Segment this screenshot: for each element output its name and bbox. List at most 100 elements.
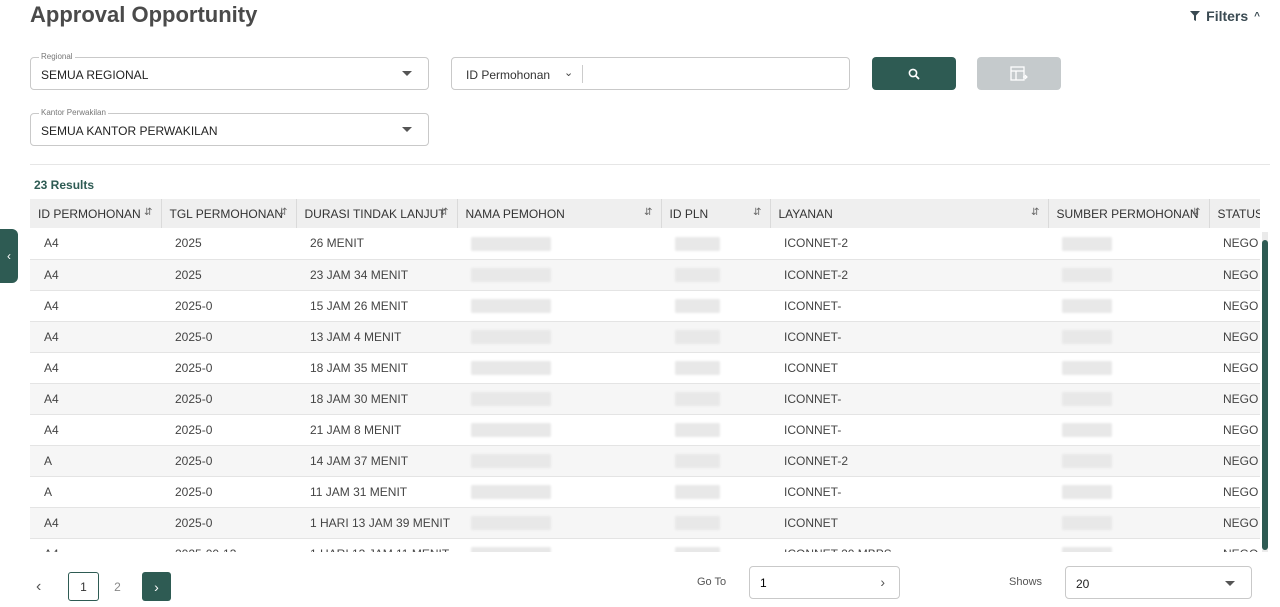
column-header-id-permohonan[interactable]: ID PERMOHONAN ⇵ xyxy=(30,199,162,228)
column-header-tgl-permohonan[interactable]: TGL PERMOHONAN ⇵ xyxy=(161,199,297,228)
table-row[interactable]: A4 2025 23 JAM 34 MENIT ICONNET-2 NEGO xyxy=(30,259,1260,291)
cell-layanan: ICONNET- xyxy=(770,321,1048,353)
table-row[interactable]: A4 2025-0 15 JAM 26 MENIT ICONNET- NEGO xyxy=(30,290,1260,322)
cell-id-permohonan: A4 xyxy=(30,290,161,322)
redacted-value xyxy=(1062,515,1112,530)
cell-id-pln xyxy=(661,538,770,552)
column-header-sumber-permohonan[interactable]: SUMBER PERMOHONAN ⇵ xyxy=(1048,199,1210,228)
search-button[interactable] xyxy=(872,57,956,90)
cell-status: NEGO xyxy=(1209,321,1260,353)
table-row[interactable]: A4 2025-0 18 JAM 30 MENIT ICONNET- NEGO xyxy=(30,383,1260,415)
table-row[interactable]: A4 2025 26 MENIT ICONNET-2 NEGO xyxy=(30,228,1260,260)
table-row[interactable]: A 2025-0 11 JAM 31 MENIT ICONNET- NEGO xyxy=(30,476,1260,508)
redacted-value xyxy=(471,484,551,499)
cell-status: NEGO xyxy=(1209,352,1260,384)
filters-label: Filters xyxy=(1206,8,1249,24)
cell-nama-pemohon xyxy=(457,476,661,508)
search-field-select[interactable]: ID Permohonan xyxy=(466,68,550,82)
table-row[interactable]: A4 2025-0 18 JAM 35 MENIT ICONNET NEGO xyxy=(30,352,1260,384)
cell-id-pln xyxy=(661,414,770,446)
cell-nama-pemohon xyxy=(457,352,661,384)
redacted-value xyxy=(471,360,551,375)
kantor-perwakilan-value: SEMUA KANTOR PERWAKILAN xyxy=(41,124,218,138)
cell-tgl-permohonan: 2025-00-13 xyxy=(161,538,296,552)
cell-status: NEGO xyxy=(1209,383,1260,415)
cell-id-permohonan: A xyxy=(30,476,161,508)
cell-nama-pemohon xyxy=(457,259,661,291)
cell-status: NEGO xyxy=(1209,476,1260,508)
cell-status: NEGO xyxy=(1209,228,1260,260)
page-title: Approval Opportunity xyxy=(30,2,258,27)
redacted-value xyxy=(1062,484,1112,499)
collapse-sidebar-button[interactable]: ‹ xyxy=(0,229,18,283)
cell-layanan: ICONNET-2 xyxy=(770,259,1048,291)
regional-value: SEMUA REGIONAL xyxy=(41,68,149,82)
table-row[interactable]: A 2025-0 14 JAM 37 MENIT ICONNET-2 NEGO xyxy=(30,445,1260,477)
cell-tgl-permohonan: 2025-0 xyxy=(161,290,296,322)
cell-durasi: 1 HARI 13 JAM 39 MENIT xyxy=(296,507,457,539)
chevron-down-icon[interactable]: ⌄ xyxy=(564,66,573,79)
cell-nama-pemohon xyxy=(457,228,661,260)
cell-sumber-permohonan xyxy=(1048,476,1209,508)
redacted-value xyxy=(471,453,551,468)
cell-sumber-permohonan xyxy=(1048,290,1209,322)
page-button-1[interactable]: 1 xyxy=(68,572,99,601)
search-input[interactable] xyxy=(585,61,845,86)
redacted-value xyxy=(471,236,551,251)
table-header-row: ID PERMOHONAN ⇵ TGL PERMOHONAN ⇵ DURASI TI… xyxy=(30,199,1260,228)
cell-id-permohonan: A4 xyxy=(30,228,161,260)
page-size-value: 20 xyxy=(1076,577,1090,591)
page-size-select[interactable]: 20 xyxy=(1065,566,1252,599)
page-button-2[interactable]: 2 xyxy=(102,572,133,601)
cell-nama-pemohon xyxy=(457,538,661,552)
table-row[interactable]: A4 2025-0 13 JAM 4 MENIT ICONNET- NEGO xyxy=(30,321,1260,353)
kantor-perwakilan-select[interactable]: Kantor Perwakilan SEMUA KANTOR PERWAKILA… xyxy=(30,108,429,146)
cell-durasi: 15 JAM 26 MENIT xyxy=(296,290,457,322)
goto-input[interactable] xyxy=(760,573,870,593)
chevron-left-icon: ‹ xyxy=(7,249,11,263)
cell-nama-pemohon xyxy=(457,290,661,322)
column-header-id-pln[interactable]: ID PLN ⇵ xyxy=(661,199,771,228)
table-scrollbar[interactable] xyxy=(1262,232,1268,552)
regional-select[interactable]: Regional SEMUA REGIONAL xyxy=(30,52,429,90)
cell-sumber-permohonan xyxy=(1048,228,1209,260)
cell-status: NEGO xyxy=(1209,259,1260,291)
cell-sumber-permohonan xyxy=(1048,507,1209,539)
cell-layanan: ICONNET- xyxy=(770,290,1048,322)
redacted-value xyxy=(1062,453,1112,468)
cell-nama-pemohon xyxy=(457,445,661,477)
redacted-value xyxy=(675,298,720,313)
chevron-right-icon[interactable]: › xyxy=(880,574,885,590)
previous-page-button[interactable]: ‹ xyxy=(36,578,41,596)
column-header-nama-pemohon[interactable]: NAMA PEMOHON ⇵ xyxy=(457,199,662,228)
cell-nama-pemohon xyxy=(457,383,661,415)
cell-durasi: 1 HARI 13 JAM 11 MENIT xyxy=(296,538,457,552)
redacted-value xyxy=(471,391,551,406)
column-header-durasi[interactable]: DURASI TINDAK LANJUT ⇵ xyxy=(296,199,458,228)
table-row[interactable]: A4 2025-0 21 JAM 8 MENIT ICONNET- NEGO xyxy=(30,414,1260,446)
column-header-layanan[interactable]: LAYANAN ⇵ xyxy=(770,199,1049,228)
cell-id-pln xyxy=(661,507,770,539)
cell-durasi: 13 JAM 4 MENIT xyxy=(296,321,457,353)
export-button[interactable] xyxy=(977,57,1061,90)
sort-icon: ⇵ xyxy=(144,207,153,218)
cell-tgl-permohonan: 2025-0 xyxy=(161,321,296,353)
goto-field: › xyxy=(749,566,900,599)
results-count: 23 Results xyxy=(34,178,95,192)
cell-layanan: ICONNET- xyxy=(770,476,1048,508)
filters-toggle[interactable]: Filters ^ xyxy=(1190,8,1260,24)
column-header-status[interactable]: STATUS xyxy=(1209,199,1260,228)
cell-status: NEGO xyxy=(1209,507,1260,539)
redacted-value xyxy=(471,515,551,530)
cell-layanan: ICONNET-2 xyxy=(770,445,1048,477)
redacted-value xyxy=(675,484,720,499)
table-row[interactable]: A42025-00-131 HARI 13 JAM 11 MENIT ICONNE… xyxy=(30,538,1260,552)
cell-id-pln xyxy=(661,321,770,353)
sort-icon: ⇵ xyxy=(1192,207,1201,218)
next-page-button[interactable]: › xyxy=(142,572,171,601)
cell-nama-pemohon xyxy=(457,321,661,353)
table-row[interactable]: A4 2025-0 1 HARI 13 JAM 39 MENIT ICONNET NEG… xyxy=(30,507,1260,539)
cell-status: NEGO xyxy=(1209,538,1260,552)
cell-id-permohonan: A4 xyxy=(30,321,161,353)
scrollbar-thumb[interactable] xyxy=(1262,240,1268,550)
